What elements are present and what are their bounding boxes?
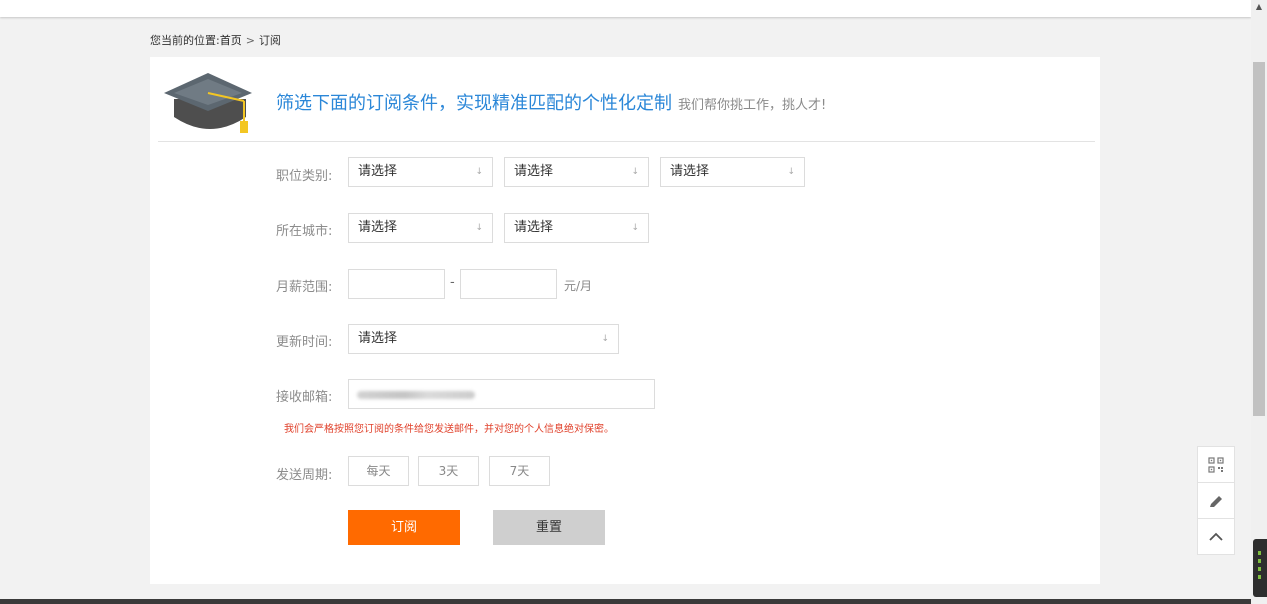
edit-button[interactable] (1197, 482, 1235, 519)
chevron-down-icon: ↓ (475, 223, 483, 233)
email-label: 接收邮箱: (276, 390, 333, 405)
breadcrumb: 您当前的位置:首页 > 订阅 (150, 32, 281, 48)
breadcrumb-separator: > (245, 34, 255, 47)
breadcrumb-prefix: 您当前的位置: (150, 34, 220, 47)
salary-unit: 元/月 (564, 279, 593, 293)
job-category-select-1[interactable]: 请选择 ↓ (348, 157, 493, 187)
back-to-top-button[interactable] (1197, 518, 1235, 555)
qr-code-button[interactable] (1197, 446, 1235, 483)
scrollbar-thumb[interactable] (1253, 62, 1265, 416)
headline: 筛选下面的订阅条件，实现精准匹配的个性化定制 我们帮你挑工作，挑人才! (276, 89, 826, 115)
top-nav-bar (0, 0, 1251, 17)
select-value: 请选择 (358, 331, 398, 346)
floating-widget[interactable] (1253, 539, 1267, 597)
email-input[interactable] (348, 379, 655, 409)
graduation-cap-icon (164, 73, 252, 133)
update-time-label: 更新时间: (276, 335, 333, 350)
breadcrumb-home-link[interactable]: 首页 (220, 34, 242, 47)
breadcrumb-current: 订阅 (258, 34, 281, 47)
chevron-down-icon: ↓ (631, 167, 639, 177)
frequency-label: 发送周期: (276, 468, 333, 483)
headline-title: 筛选下面的订阅条件，实现精准匹配的个性化定制 (276, 93, 672, 114)
chevron-down-icon: ↓ (601, 334, 609, 344)
salary-label: 月薪范围: (276, 280, 333, 295)
qr-code-icon (1208, 456, 1224, 473)
frequency-daily-button[interactable]: 每天 (348, 456, 409, 486)
select-value: 请选择 (514, 164, 554, 179)
select-value: 请选择 (358, 220, 398, 235)
scroll-up-arrow-icon[interactable]: ▲ (1251, 0, 1267, 14)
edit-icon (1210, 495, 1222, 507)
select-value: 请选择 (670, 164, 710, 179)
city-select[interactable]: 请选择 ↓ (504, 213, 649, 243)
redacted-email (357, 391, 475, 399)
frequency-3day-button[interactable]: 3天 (418, 456, 479, 486)
subscribe-button[interactable]: 订阅 (348, 510, 460, 545)
widget-bar (1258, 575, 1261, 579)
chevron-down-icon: ↓ (475, 167, 483, 177)
frequency-7day-button[interactable]: 7天 (489, 456, 550, 486)
side-toolbar (1197, 446, 1235, 555)
widget-bar (1258, 551, 1261, 555)
job-category-select-2[interactable]: 请选择 ↓ (504, 157, 649, 187)
privacy-note: 我们会严格按照您订阅的条件给您发送邮件，并对您的个人信息绝对保密。 (284, 424, 614, 435)
update-time-select[interactable]: 请选择 ↓ (348, 324, 619, 354)
city-label: 所在城市: (276, 224, 333, 239)
job-category-select-3[interactable]: 请选择 ↓ (660, 157, 805, 187)
select-value: 请选择 (358, 164, 398, 179)
chevron-down-icon: ↓ (631, 223, 639, 233)
province-select[interactable]: 请选择 ↓ (348, 213, 493, 243)
back-to-top-icon (1209, 532, 1223, 541)
card-header: 筛选下面的订阅条件，实现精准匹配的个性化定制 我们帮你挑工作，挑人才! (158, 57, 1095, 142)
select-value: 请选择 (514, 220, 554, 235)
job-category-label: 职位类别: (276, 169, 333, 184)
reset-button[interactable]: 重置 (493, 510, 605, 545)
footer-bar (0, 599, 1251, 604)
widget-bar (1258, 559, 1261, 563)
salary-max-input[interactable] (460, 269, 557, 299)
chevron-down-icon: ↓ (787, 167, 795, 177)
salary-min-input[interactable] (348, 269, 445, 299)
salary-range-separator: - (450, 275, 455, 290)
widget-bar (1258, 567, 1261, 571)
headline-subtitle: 我们帮你挑工作，挑人才! (678, 98, 827, 113)
subscription-card: 筛选下面的订阅条件，实现精准匹配的个性化定制 我们帮你挑工作，挑人才! 职位类别:… (150, 57, 1100, 584)
vertical-scrollbar[interactable]: ▲ (1251, 0, 1267, 604)
